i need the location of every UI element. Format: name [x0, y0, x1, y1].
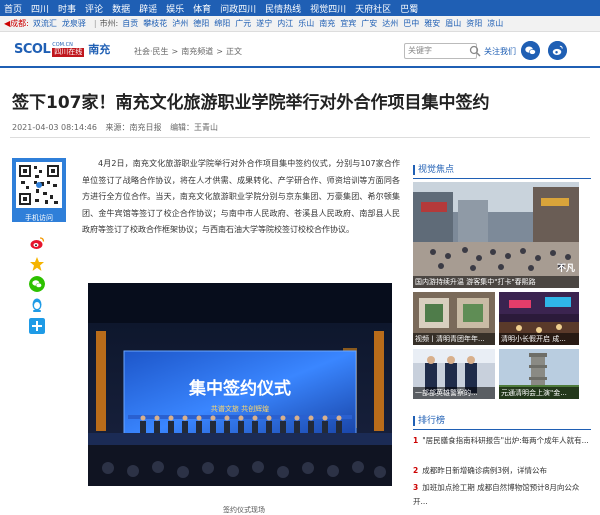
section-line: [413, 178, 591, 179]
top-nav-item[interactable]: 天府社区: [355, 2, 391, 15]
top-nav-item[interactable]: 民情热线: [265, 2, 301, 15]
visual-focus-title: 视觉焦点: [413, 165, 454, 175]
video-watermark: 不凡: [556, 264, 575, 274]
qzone-star-icon[interactable]: [29, 256, 45, 272]
top-nav-item[interactable]: 体育: [193, 2, 211, 15]
search-input[interactable]: 关键字: [404, 43, 477, 59]
top-nav-item[interactable]: 娱乐: [166, 2, 184, 15]
ranking-item-3[interactable]: 3 加班加点抢工期 成都自然博物馆预计8月向公众开...: [413, 481, 593, 509]
city-link[interactable]: 雅安: [424, 19, 440, 28]
rank-text: 加班加点抢工期 成都自然博物馆预计8月向公众开...: [413, 483, 580, 506]
rank-number: 2: [413, 466, 419, 475]
photo-caption: 签约仪式现场: [223, 506, 265, 514]
city-link[interactable]: 德阳: [193, 19, 209, 28]
city-link[interactable]: 遂宁: [256, 19, 272, 28]
signing-ceremony-image: 集中签约仪式 共谱文旅 共创辉煌: [88, 283, 392, 486]
top-nav-item[interactable]: 辟谣: [139, 2, 157, 15]
top-nav-item[interactable]: 时事: [58, 2, 76, 15]
photo-banner-sub: 共谱文旅 共创辉煌: [211, 404, 269, 413]
article-meta: 2021-04-03 08:14:46 来源：南充日报 编辑：王青山: [12, 122, 224, 133]
visual-caption-3: 清明小长假开启 成...: [499, 333, 579, 345]
city-link[interactable]: 绵阳: [214, 19, 230, 28]
city-link[interactable]: 广元: [235, 19, 251, 28]
divider: [10, 137, 590, 138]
ranking-item-2[interactable]: 2 成都昨日新增确诊病例3例，详情公布: [413, 464, 593, 478]
search-icon[interactable]: [469, 45, 481, 57]
top-nav-item[interactable]: 视觉四川: [310, 2, 346, 15]
qr-label: 手机访问: [25, 214, 53, 222]
city-link-longquanyi[interactable]: 龙泉驿: [62, 18, 86, 29]
article-photo: 集中签约仪式 共谱文旅 共创辉煌: [88, 283, 392, 486]
visual-item-4[interactable]: 一部部英雄警察的...: [413, 349, 495, 399]
wechat-share-icon[interactable]: [29, 276, 45, 292]
top-nav: 首页 四川 时事 评论 数据 辟谣 娱乐 体育 问政四川 民情热线 视觉四川 天府社区 巴蜀: [0, 0, 600, 16]
qq-share-icon[interactable]: [29, 297, 45, 313]
section-line: [413, 429, 591, 430]
top-nav-item[interactable]: 问政四川: [220, 2, 256, 15]
logo-cn: 四川在线: [52, 47, 85, 57]
city-link[interactable]: 自贡: [122, 19, 138, 28]
more-share-icon[interactable]: [29, 318, 45, 334]
rank-number: 3: [413, 483, 419, 492]
separator: |: [93, 19, 97, 28]
visual-item-1[interactable]: 国内游持续升温 游客集中"打卡"春熙路 不凡: [413, 182, 579, 288]
top-nav-item[interactable]: 巴蜀: [400, 2, 418, 15]
top-nav-item[interactable]: 评论: [85, 2, 103, 15]
city-link[interactable]: 达州: [382, 19, 398, 28]
follow-us-label: 关注我们: [484, 47, 516, 56]
article-editor: 编辑：王青山: [170, 123, 219, 132]
channel-name: 南充: [88, 43, 111, 56]
top-nav-item[interactable]: 首页: [4, 2, 22, 15]
rank-number: 1: [413, 436, 419, 445]
city-link[interactable]: 攀枝花: [143, 19, 167, 28]
article-source: 来源：南充日报: [105, 123, 162, 132]
city-link[interactable]: 巴中: [403, 19, 419, 28]
city-link[interactable]: 泸州: [172, 19, 188, 28]
header: SCOL COM.CN 四川在线 南充 社会·民生 > 南充频道 > 正文 关键字 关注…: [0, 32, 600, 68]
city-link[interactable]: 内江: [277, 19, 293, 28]
ranking-title: 排行榜: [413, 416, 445, 426]
visual-item-5[interactable]: 元通清明会上演"金...: [499, 349, 579, 399]
qr-code-icon: [16, 162, 62, 208]
weibo-share-icon[interactable]: [29, 235, 45, 251]
visual-caption-2: 视频丨清明青团年年...: [413, 333, 495, 345]
mobile-qr-box[interactable]: 手机访问: [12, 158, 66, 222]
visual-item-2[interactable]: 视频丨清明青团年年...: [413, 292, 495, 345]
city-bar: ◀成都: 双流汇 龙泉驿 | 市州: 自贡 攀枝花 泸州 德阳 绵阳 广元 遂宁 内江 乐山 南充…: [0, 16, 600, 32]
cities-label: 市州:: [99, 19, 119, 28]
visual-item-3[interactable]: 清明小长假开启 成...: [499, 292, 579, 345]
top-nav-item[interactable]: 数据: [112, 2, 130, 15]
breadcrumb-item-3: 正文: [225, 47, 242, 56]
article-body: 4月2日，南充文化旅游职业学院举行对外合作项目集中签约仪式，分别与107家合作单…: [82, 159, 400, 234]
breadcrumb: 社会·民生 > 南充频道 > 正文: [134, 47, 242, 56]
city-link[interactable]: 宜宾: [340, 19, 356, 28]
top-nav-item[interactable]: 四川: [31, 2, 49, 15]
city-link[interactable]: 凉山: [487, 19, 503, 28]
ranking-item-1[interactable]: 1 "居民膳食指南科研报告"出炉:每两个成年人就有...: [413, 434, 593, 448]
city-link[interactable]: 眉山: [445, 19, 461, 28]
photo-banner-title: 集中签约仪式: [188, 378, 291, 399]
visual-caption-4: 一部部英雄警察的...: [413, 387, 495, 399]
city-link[interactable]: 广安: [361, 19, 377, 28]
weibo-icon[interactable]: [548, 41, 567, 60]
rank-text: 成都昨日新增确诊病例3例，详情公布: [422, 466, 547, 475]
wechat-icon[interactable]: [521, 41, 540, 60]
article-title: 签下107家！南充文化旅游职业学院举行对外合作项目集中签约: [12, 93, 490, 113]
street-crowd-image: [413, 182, 579, 288]
city-link[interactable]: 南充: [319, 19, 335, 28]
site-logo[interactable]: SCOL COM.CN 四川在线 南充: [14, 41, 110, 57]
publish-date: 2021-04-03 08:14:46: [12, 123, 97, 132]
city-link-shuangliu[interactable]: 双流汇: [33, 18, 57, 29]
rank-text: "居民膳食指南科研报告"出炉:每两个成年人就有...: [422, 436, 589, 445]
breadcrumb-item-2[interactable]: 南充频道: [181, 47, 213, 56]
visual-caption-5: 元通清明会上演"金...: [499, 387, 579, 399]
city-link[interactable]: 资阳: [466, 19, 482, 28]
city-link[interactable]: 乐山: [298, 19, 314, 28]
breadcrumb-item-1[interactable]: 社会·民生: [134, 47, 169, 56]
logo-scol: SCOL: [14, 41, 51, 57]
visual-caption-1: 国内游持续升温 游客集中"打卡"春熙路: [413, 276, 579, 288]
location-label: ◀成都:: [4, 19, 29, 28]
